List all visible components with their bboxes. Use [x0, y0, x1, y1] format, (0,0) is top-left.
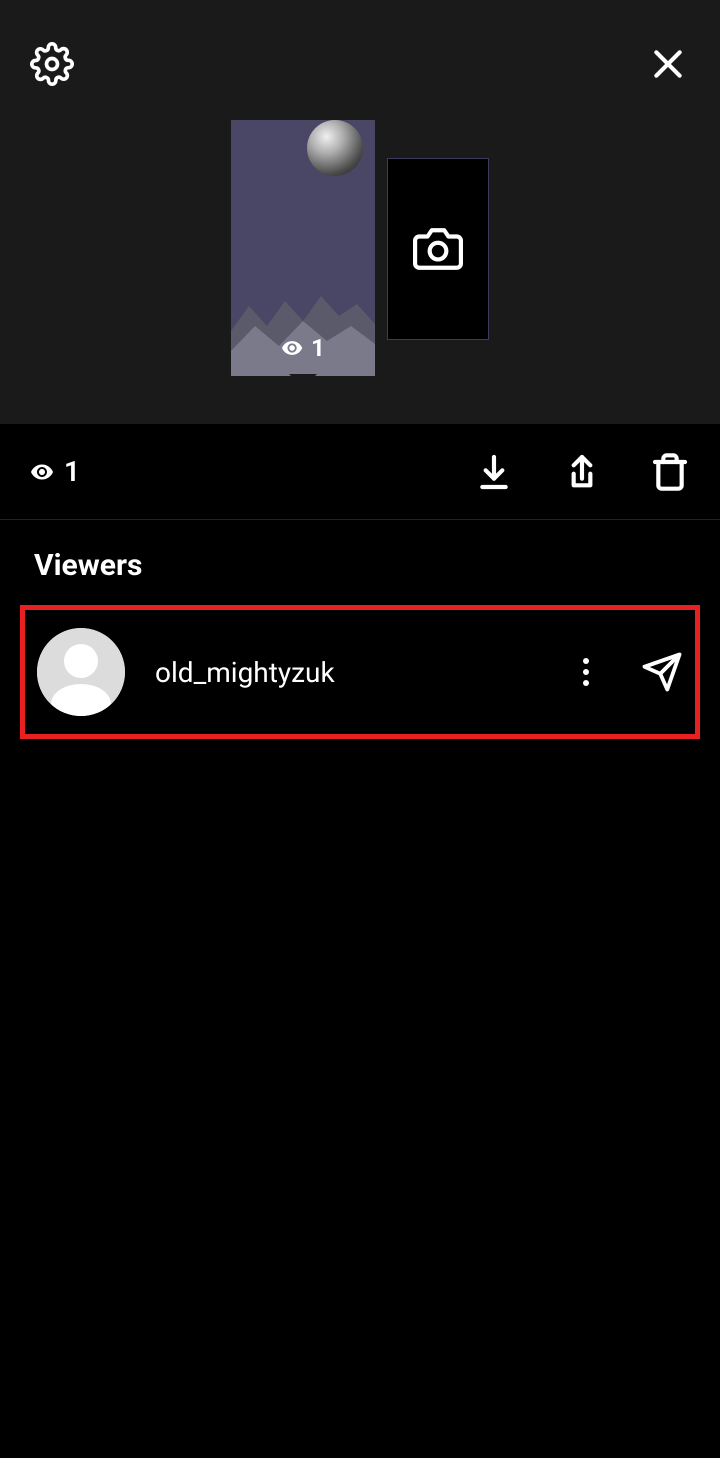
header-icons — [0, 40, 720, 88]
story-thumbnail-active[interactable]: 1 — [231, 120, 375, 376]
share-button[interactable] — [562, 452, 602, 492]
send-message-button[interactable] — [641, 651, 683, 693]
view-count-display: 1 — [30, 455, 474, 488]
delete-button[interactable] — [650, 452, 690, 492]
thumbnail-view-count-number: 1 — [311, 334, 325, 362]
more-options-button[interactable] — [571, 652, 601, 692]
more-icon — [583, 658, 589, 664]
share-icon — [562, 452, 602, 492]
viewer-username[interactable]: old_mightyzuk — [155, 656, 571, 689]
action-bar: 1 — [0, 424, 720, 520]
viewer-actions — [571, 651, 683, 693]
viewer-row[interactable]: old_mightyzuk — [20, 605, 700, 739]
story-thumbnails: 1 — [231, 120, 489, 376]
settings-button[interactable] — [28, 40, 76, 88]
viewers-title: Viewers — [34, 548, 686, 583]
view-count-number: 1 — [64, 455, 80, 488]
settings-icon — [30, 42, 74, 86]
viewers-section: Viewers old_mightyzuk — [0, 520, 720, 739]
close-button[interactable] — [644, 40, 692, 88]
download-button[interactable] — [474, 452, 514, 492]
action-icons-group — [474, 452, 690, 492]
eye-icon — [281, 337, 303, 359]
download-icon — [474, 452, 514, 492]
camera-icon — [413, 224, 463, 274]
eye-icon — [30, 460, 54, 484]
story-thumbnail-view-count: 1 — [281, 334, 325, 362]
close-icon — [648, 44, 688, 84]
moon-graphic — [307, 120, 363, 176]
avatar-placeholder — [37, 628, 125, 716]
add-story-button[interactable] — [387, 158, 489, 340]
avatar[interactable] — [37, 628, 125, 716]
story-preview-section: 1 — [0, 0, 720, 424]
pointer-arrow — [289, 374, 317, 376]
trash-icon — [650, 452, 690, 492]
send-icon — [641, 651, 683, 693]
